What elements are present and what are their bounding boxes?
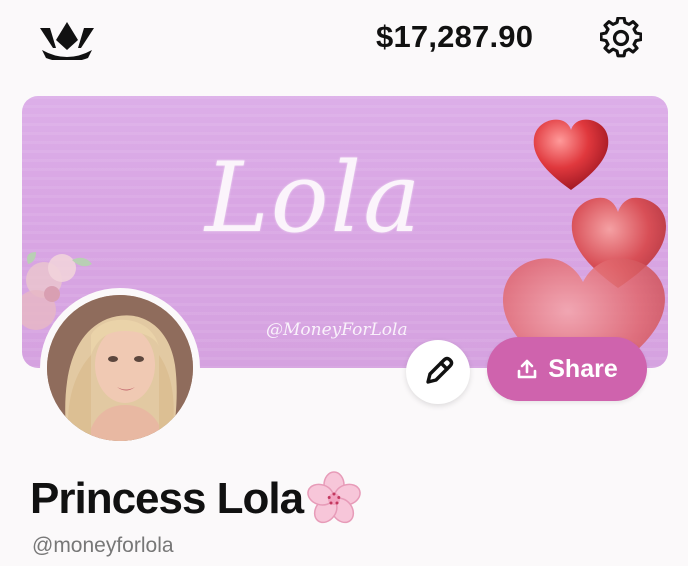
avatar-photo xyxy=(47,295,193,441)
profile-name: Princess Lola xyxy=(30,471,363,526)
profile-handle: @moneyforlola xyxy=(32,534,174,557)
cherry-blossom-icon xyxy=(307,471,361,524)
banner-title: Lola xyxy=(205,142,423,254)
top-bar: $17,287.90 xyxy=(0,0,688,80)
avatar[interactable] xyxy=(47,295,193,441)
pencil-icon xyxy=(426,356,454,384)
upload-icon xyxy=(517,359,537,379)
edit-profile-button[interactable] xyxy=(406,340,470,404)
balance-amount: $17,287.90 xyxy=(376,19,534,54)
share-button[interactable]: Share xyxy=(487,337,647,401)
banner-watermark: @MoneyForLola xyxy=(266,320,408,340)
crown-icon[interactable] xyxy=(38,20,96,60)
gear-icon[interactable] xyxy=(600,17,642,59)
share-label: Share xyxy=(548,354,618,383)
heart-icon xyxy=(533,119,609,190)
display-name: Princess Lola xyxy=(30,474,304,523)
